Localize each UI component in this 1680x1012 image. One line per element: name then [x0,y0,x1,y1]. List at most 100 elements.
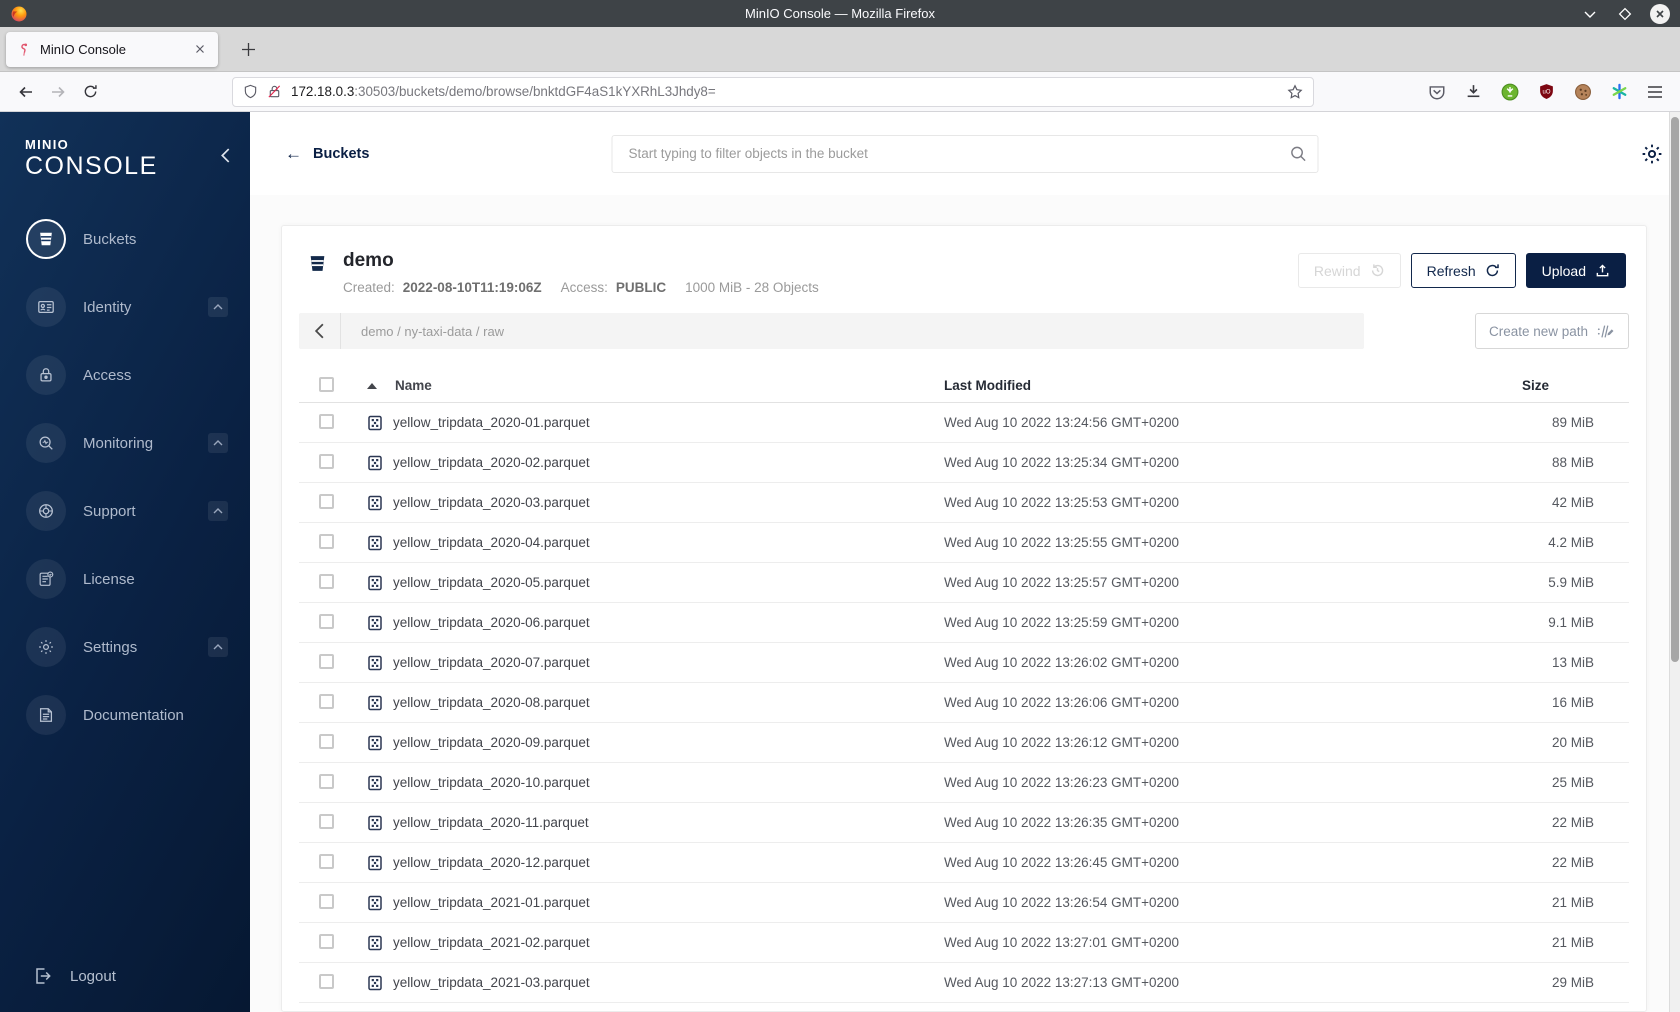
back-button[interactable] [10,77,42,107]
object-name[interactable]: yellow_tripdata_2020-10.parquet [393,775,590,790]
extension-green-icon[interactable] [1501,83,1519,101]
url-text[interactable]: 172.18.0.3:30503/buckets/demo/browse/bnk… [291,84,716,99]
row-checkbox[interactable] [319,933,334,949]
cookie-icon[interactable] [1574,83,1592,101]
chevron-up-icon[interactable] [208,637,228,657]
maximize-icon[interactable] [1615,4,1635,24]
row-checkbox[interactable] [319,893,334,909]
row-checkbox[interactable] [319,733,334,749]
row-checkbox[interactable] [319,453,334,469]
row-checkbox[interactable] [319,533,334,549]
object-name[interactable]: yellow_tripdata_2021-01.parquet [393,895,590,910]
close-icon[interactable] [1650,3,1670,24]
row-checkbox[interactable] [319,853,334,869]
table-row[interactable]: yellow_tripdata_2021-02.parquet Wed Aug … [299,923,1629,963]
sidebar-item-support[interactable]: Support [0,489,250,533]
row-checkbox[interactable] [319,493,334,509]
sidebar-item-monitoring[interactable]: Monitoring [0,421,250,465]
chevron-up-icon[interactable] [208,297,228,317]
minimize-icon[interactable] [1580,4,1600,24]
url-bar[interactable]: 172.18.0.3:30503/buckets/demo/browse/bnk… [232,76,1314,107]
column-header-name[interactable]: Name [359,378,944,393]
table-row[interactable]: yellow_tripdata_2020-10.parquet Wed Aug … [299,763,1629,803]
back-to-buckets-link[interactable]: ← Buckets [285,145,369,162]
sidebar-item-identity[interactable]: Identity [0,285,250,329]
object-name[interactable]: yellow_tripdata_2020-08.parquet [393,695,590,710]
pocket-icon[interactable] [1428,83,1446,101]
path-back-chevron-icon[interactable] [299,313,341,349]
url-path: :30503/buckets/demo/browse/bnktdGF4aS1kY… [354,84,716,99]
forward-button[interactable] [42,77,74,107]
table-row[interactable]: yellow_tripdata_2021-01.parquet Wed Aug … [299,883,1629,923]
sidebar-item-access[interactable]: Access [0,353,250,397]
ublock-shield-icon[interactable]: uO [1538,83,1555,100]
sidebar-item-buckets[interactable]: Buckets [0,217,250,261]
console-settings-gear-icon[interactable] [1640,142,1664,166]
upload-button[interactable]: Upload [1525,253,1626,288]
object-name[interactable]: yellow_tripdata_2020-12.parquet [393,855,590,870]
table-row[interactable]: yellow_tripdata_2020-03.parquet Wed Aug … [299,483,1629,523]
object-name[interactable]: yellow_tripdata_2020-06.parquet [393,615,590,630]
scrollbar-thumb[interactable] [1671,117,1679,662]
table-row[interactable]: yellow_tripdata_2021-03.parquet Wed Aug … [299,963,1629,1003]
tab-close-icon[interactable] [190,39,210,59]
select-all-checkbox[interactable] [319,376,334,392]
row-checkbox[interactable] [319,813,334,829]
object-name[interactable]: yellow_tripdata_2020-05.parquet [393,575,590,590]
row-checkbox[interactable] [319,653,334,669]
table-row[interactable]: yellow_tripdata_2020-01.parquet Wed Aug … [299,403,1629,443]
table-row[interactable]: yellow_tripdata_2020-12.parquet Wed Aug … [299,843,1629,883]
search-input[interactable] [611,134,1319,173]
table-row[interactable]: yellow_tripdata_2020-07.parquet Wed Aug … [299,643,1629,683]
column-header-modified[interactable]: Last Modified [944,378,1479,393]
current-path[interactable]: demo / ny-taxi-data / raw [361,324,504,339]
table-row[interactable]: yellow_tripdata_2020-05.parquet Wed Aug … [299,563,1629,603]
table-row[interactable]: yellow_tripdata_2020-04.parquet Wed Aug … [299,523,1629,563]
window-titlebar: MinIO Console — Mozilla Firefox [0,0,1680,27]
sidebar-collapse-icon[interactable] [221,148,230,163]
row-checkbox[interactable] [319,613,334,629]
column-header-size[interactable]: Size [1479,378,1629,393]
table-row[interactable]: yellow_tripdata_2020-06.parquet Wed Aug … [299,603,1629,643]
menu-icon[interactable] [1647,85,1663,99]
sidebar-item-logout[interactable]: Logout [0,966,250,986]
new-tab-button[interactable] [234,35,262,63]
rewind-button[interactable]: Rewind [1297,253,1401,288]
object-name[interactable]: yellow_tripdata_2020-03.parquet [393,495,590,510]
row-checkbox[interactable] [319,573,334,589]
create-new-path-button[interactable]: Create new path [1475,313,1629,349]
reload-button[interactable] [74,77,106,107]
table-row[interactable]: yellow_tripdata_2020-08.parquet Wed Aug … [299,683,1629,723]
object-name[interactable]: yellow_tripdata_2020-11.parquet [393,815,589,830]
object-name[interactable]: yellow_tripdata_2020-09.parquet [393,735,590,750]
sidebar-item-label: License [83,570,135,588]
object-name[interactable]: yellow_tripdata_2020-07.parquet [393,655,590,670]
sidebar-item-label: Access [83,366,132,384]
downloads-icon[interactable] [1465,83,1482,100]
object-name[interactable]: yellow_tripdata_2020-02.parquet [393,455,590,470]
shield-icon[interactable] [243,84,258,99]
table-row[interactable]: yellow_tripdata_2020-11.parquet Wed Aug … [299,803,1629,843]
row-checkbox[interactable] [319,773,334,789]
chevron-up-icon[interactable] [208,433,228,453]
table-row[interactable]: yellow_tripdata_2020-09.parquet Wed Aug … [299,723,1629,763]
table-row[interactable]: yellow_tripdata_2020-02.parquet Wed Aug … [299,443,1629,483]
row-checkbox[interactable] [319,973,334,989]
row-checkbox[interactable] [319,693,334,709]
object-name[interactable]: yellow_tripdata_2021-03.parquet [393,975,590,990]
bookmark-star-icon[interactable] [1287,83,1303,100]
page-scrollbar [1669,112,1680,1012]
chevron-up-icon[interactable] [208,501,228,521]
refresh-button[interactable]: Refresh [1410,253,1516,288]
main-content: ← Buckets demo Cre [250,112,1680,1012]
row-checkbox[interactable] [319,413,334,429]
insecure-lock-icon[interactable] [267,84,282,99]
object-name[interactable]: yellow_tripdata_2021-02.parquet [393,935,590,950]
object-name[interactable]: yellow_tripdata_2020-01.parquet [393,415,590,430]
sidebar-item-settings[interactable]: Settings [0,625,250,669]
container-asterisk-icon[interactable] [1611,83,1628,100]
object-name[interactable]: yellow_tripdata_2020-04.parquet [393,535,590,550]
sidebar-item-documentation[interactable]: Documentation [0,693,250,737]
tab-minio-console[interactable]: MinIO Console [6,31,218,67]
sidebar-item-license[interactable]: License [0,557,250,601]
